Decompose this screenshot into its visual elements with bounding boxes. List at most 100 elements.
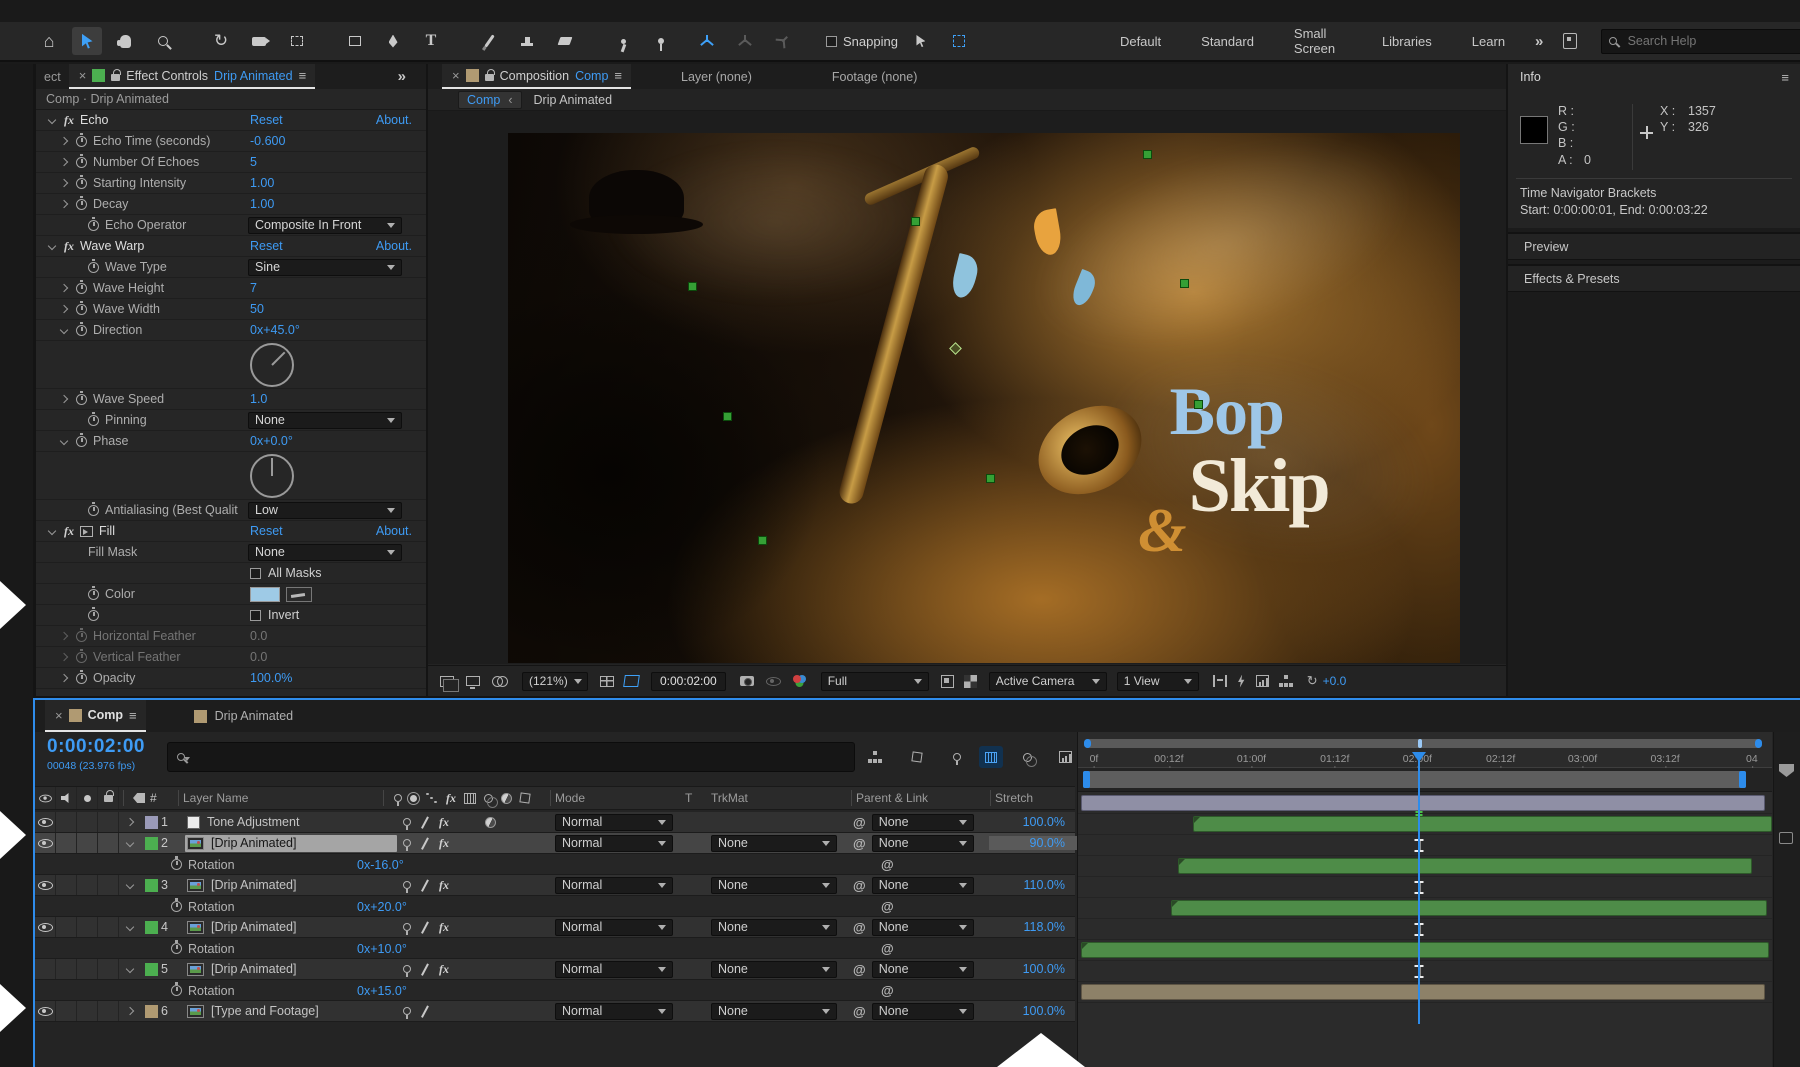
property-row-rotation[interactable]: Rotation 0x-16.0° @: [35, 854, 1075, 875]
property-value[interactable]: 0.0: [250, 629, 267, 643]
blend-mode-dropdown[interactable]: Normal: [555, 919, 673, 936]
tab-timeline-comp[interactable]: × Comp ≡: [45, 700, 146, 732]
comp-marker-button[interactable]: [1779, 764, 1794, 777]
exposure-control[interactable]: ↻ +0.0: [1307, 673, 1347, 689]
resolution-dropdown[interactable]: Full: [821, 672, 929, 691]
stopwatch-icon[interactable]: [171, 985, 182, 996]
anchor-switch[interactable]: [403, 965, 411, 973]
graph-editor-button[interactable]: [1053, 746, 1077, 768]
magnification-dropdown[interactable]: (121%): [522, 672, 588, 691]
quality-switch[interactable]: [419, 1005, 431, 1018]
layer-bar-type-and-footage[interactable]: [1081, 984, 1765, 1000]
timeline-search-input[interactable]: [167, 742, 855, 772]
pickwhip-icon[interactable]: @: [853, 836, 866, 851]
property-value[interactable]: 50: [250, 302, 264, 316]
snapshot-button[interactable]: [740, 676, 754, 686]
layer-name[interactable]: [Drip Animated]: [211, 836, 296, 850]
exposure-value[interactable]: +0.0: [1323, 674, 1347, 688]
workspace-default[interactable]: Default: [1100, 34, 1181, 49]
reset-link[interactable]: Reset: [250, 239, 283, 253]
layer-handle[interactable]: [1143, 150, 1152, 159]
pinning-dropdown[interactable]: None: [248, 412, 402, 429]
preview-panel-header[interactable]: Preview: [1508, 232, 1800, 260]
chevron-down-icon[interactable]: [48, 116, 56, 124]
stretch-value[interactable]: 90.0%: [989, 836, 1079, 850]
fill-mask-dropdown[interactable]: None: [248, 544, 402, 561]
stopwatch-icon[interactable]: [76, 325, 87, 336]
stopwatch-icon[interactable]: [88, 262, 99, 273]
property-value[interactable]: 5: [250, 155, 257, 169]
panel-menu-icon[interactable]: ≡: [129, 708, 136, 723]
view-layout-dropdown[interactable]: 1 View: [1117, 672, 1199, 691]
stopwatch-icon[interactable]: [171, 943, 182, 954]
stopwatch-icon[interactable]: [76, 304, 87, 315]
channel-button[interactable]: [793, 675, 809, 687]
wave-type-dropdown[interactable]: Sine: [248, 259, 402, 276]
eye-toggle[interactable]: [38, 839, 53, 848]
layer-bar-drip-animated-3[interactable]: [1178, 858, 1752, 874]
chevron-down-icon[interactable]: [126, 923, 134, 931]
local-axis-mode-button[interactable]: [692, 27, 722, 55]
chevron-down-icon[interactable]: [48, 242, 56, 250]
stretch-column-header[interactable]: Stretch: [995, 791, 1033, 805]
phase-dial[interactable]: [250, 454, 294, 498]
grid-guides-button[interactable]: [600, 676, 614, 687]
active-camera-dropdown[interactable]: Active Camera: [989, 672, 1107, 691]
layer-label-swatch[interactable]: [145, 1005, 158, 1018]
current-timecode[interactable]: 0:00:02:00: [47, 736, 145, 758]
shape-tool[interactable]: [340, 27, 370, 55]
chevron-down-icon[interactable]: [48, 527, 56, 535]
tab-footage[interactable]: Footage (none): [822, 64, 927, 89]
draft-3d-button[interactable]: [905, 746, 929, 768]
stopwatch-icon[interactable]: [88, 505, 99, 516]
property-value[interactable]: 1.0: [250, 392, 267, 406]
fast-preview-button[interactable]: [941, 675, 954, 688]
label-column-icon[interactable]: [133, 793, 145, 803]
playhead-handle[interactable]: [1412, 752, 1426, 762]
stopwatch-icon[interactable]: [88, 589, 99, 600]
layer-bar-tone-adjustment[interactable]: [1081, 795, 1765, 811]
stopwatch-icon[interactable]: [76, 394, 87, 405]
drip-shape-blue[interactable]: [949, 253, 981, 300]
layer-handle[interactable]: [758, 536, 767, 545]
close-icon[interactable]: ×: [452, 68, 460, 83]
zoom-tool[interactable]: [148, 27, 178, 55]
layer-name[interactable]: [Drip Animated]: [211, 920, 296, 934]
chevron-right-icon[interactable]: [60, 284, 68, 292]
table-row[interactable]: 6 [Type and Footage] Normal None @None 1…: [35, 1001, 1075, 1022]
all-masks-checkbox[interactable]: [250, 568, 261, 579]
adjustment-layer-switch[interactable]: [485, 817, 496, 828]
chevron-right-icon[interactable]: [60, 674, 68, 682]
stopwatch-icon[interactable]: [76, 199, 87, 210]
stopwatch-icon[interactable]: [76, 178, 87, 189]
blend-mode-dropdown[interactable]: Normal: [555, 1003, 673, 1020]
panel-menu-icon[interactable]: ≡: [299, 68, 306, 83]
property-value[interactable]: 0x+0.0°: [250, 434, 293, 448]
property-value[interactable]: 0.0: [250, 650, 267, 664]
lock-column-icon[interactable]: [104, 795, 113, 802]
stopwatch-icon[interactable]: [171, 901, 182, 912]
eye-column-icon[interactable]: [39, 794, 52, 802]
extensions-icon[interactable]: [1563, 33, 1576, 49]
chevron-down-icon[interactable]: [126, 839, 134, 847]
home-button[interactable]: ⌂: [34, 27, 64, 55]
chevron-right-icon[interactable]: [60, 632, 68, 640]
blend-mode-dropdown[interactable]: Normal: [555, 961, 673, 978]
workspace-standard[interactable]: Standard: [1181, 34, 1274, 49]
frame-blending-button[interactable]: [979, 746, 1003, 768]
shy-layers-button[interactable]: [945, 746, 969, 768]
chevron-right-icon[interactable]: [60, 653, 68, 661]
preview-toggle-button[interactable]: [492, 676, 508, 686]
pickwhip-icon[interactable]: @: [881, 941, 894, 956]
quality-switch[interactable]: [419, 816, 431, 829]
layer-name[interactable]: [Drip Animated]: [211, 962, 296, 976]
property-value[interactable]: 7: [250, 281, 257, 295]
anchor-switch[interactable]: [403, 881, 411, 889]
about-link[interactable]: About.: [376, 524, 412, 538]
eye-toggle[interactable]: [38, 1007, 53, 1016]
tab-timeline-drip-animated[interactable]: Drip Animated: [194, 700, 294, 732]
effect-header-wave-warp[interactable]: fx Wave Warp Reset About.: [36, 236, 426, 257]
breadcrumb-comp-chip[interactable]: Comp ‹: [458, 91, 522, 109]
parent-dropdown[interactable]: None: [872, 1003, 974, 1020]
property-row-rotation[interactable]: Rotation 0x+10.0° @: [35, 938, 1075, 959]
